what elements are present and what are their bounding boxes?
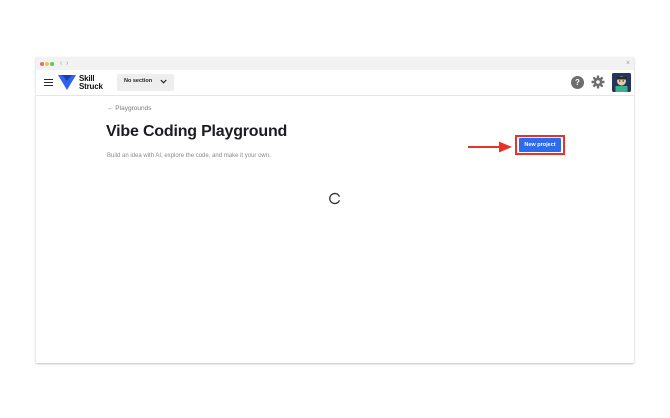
browser-chrome: ‹ › × [36, 57, 634, 70]
app-header: Skill Struck No section ? [36, 70, 634, 96]
close-tab-icon[interactable]: × [626, 59, 630, 68]
page-subtitle: Build an idea with AI, explore the code,… [107, 153, 271, 159]
breadcrumb-playgrounds[interactable]: ← Playgrounds [107, 105, 151, 112]
new-project-button[interactable]: New project [519, 138, 561, 152]
page-title: Vibe Coding Playground [106, 123, 288, 140]
chevron-down-icon [160, 79, 167, 84]
help-icon[interactable]: ? [571, 76, 584, 89]
gear-icon[interactable] [591, 75, 605, 89]
menu-icon[interactable] [44, 79, 53, 87]
logo-wordmark[interactable]: Skill Struck [79, 75, 103, 90]
maximize-window-dot[interactable] [50, 62, 54, 66]
section-select[interactable]: No section [117, 74, 174, 91]
browser-window: ‹ › × Skill Struck No section ? ← Playgr… [36, 57, 634, 363]
skill-struck-logo-icon[interactable] [58, 74, 76, 91]
minimize-window-dot[interactable] [45, 62, 49, 66]
avatar[interactable] [612, 73, 631, 92]
loading-spinner-icon [329, 192, 340, 205]
logo-line-2: Struck [79, 81, 103, 91]
browser-back-icon[interactable]: ‹ [60, 59, 62, 68]
section-select-value: No section [124, 78, 153, 84]
close-window-dot[interactable] [40, 62, 44, 66]
annotation-arrow [468, 141, 512, 153]
browser-forward-icon[interactable]: › [66, 59, 68, 68]
